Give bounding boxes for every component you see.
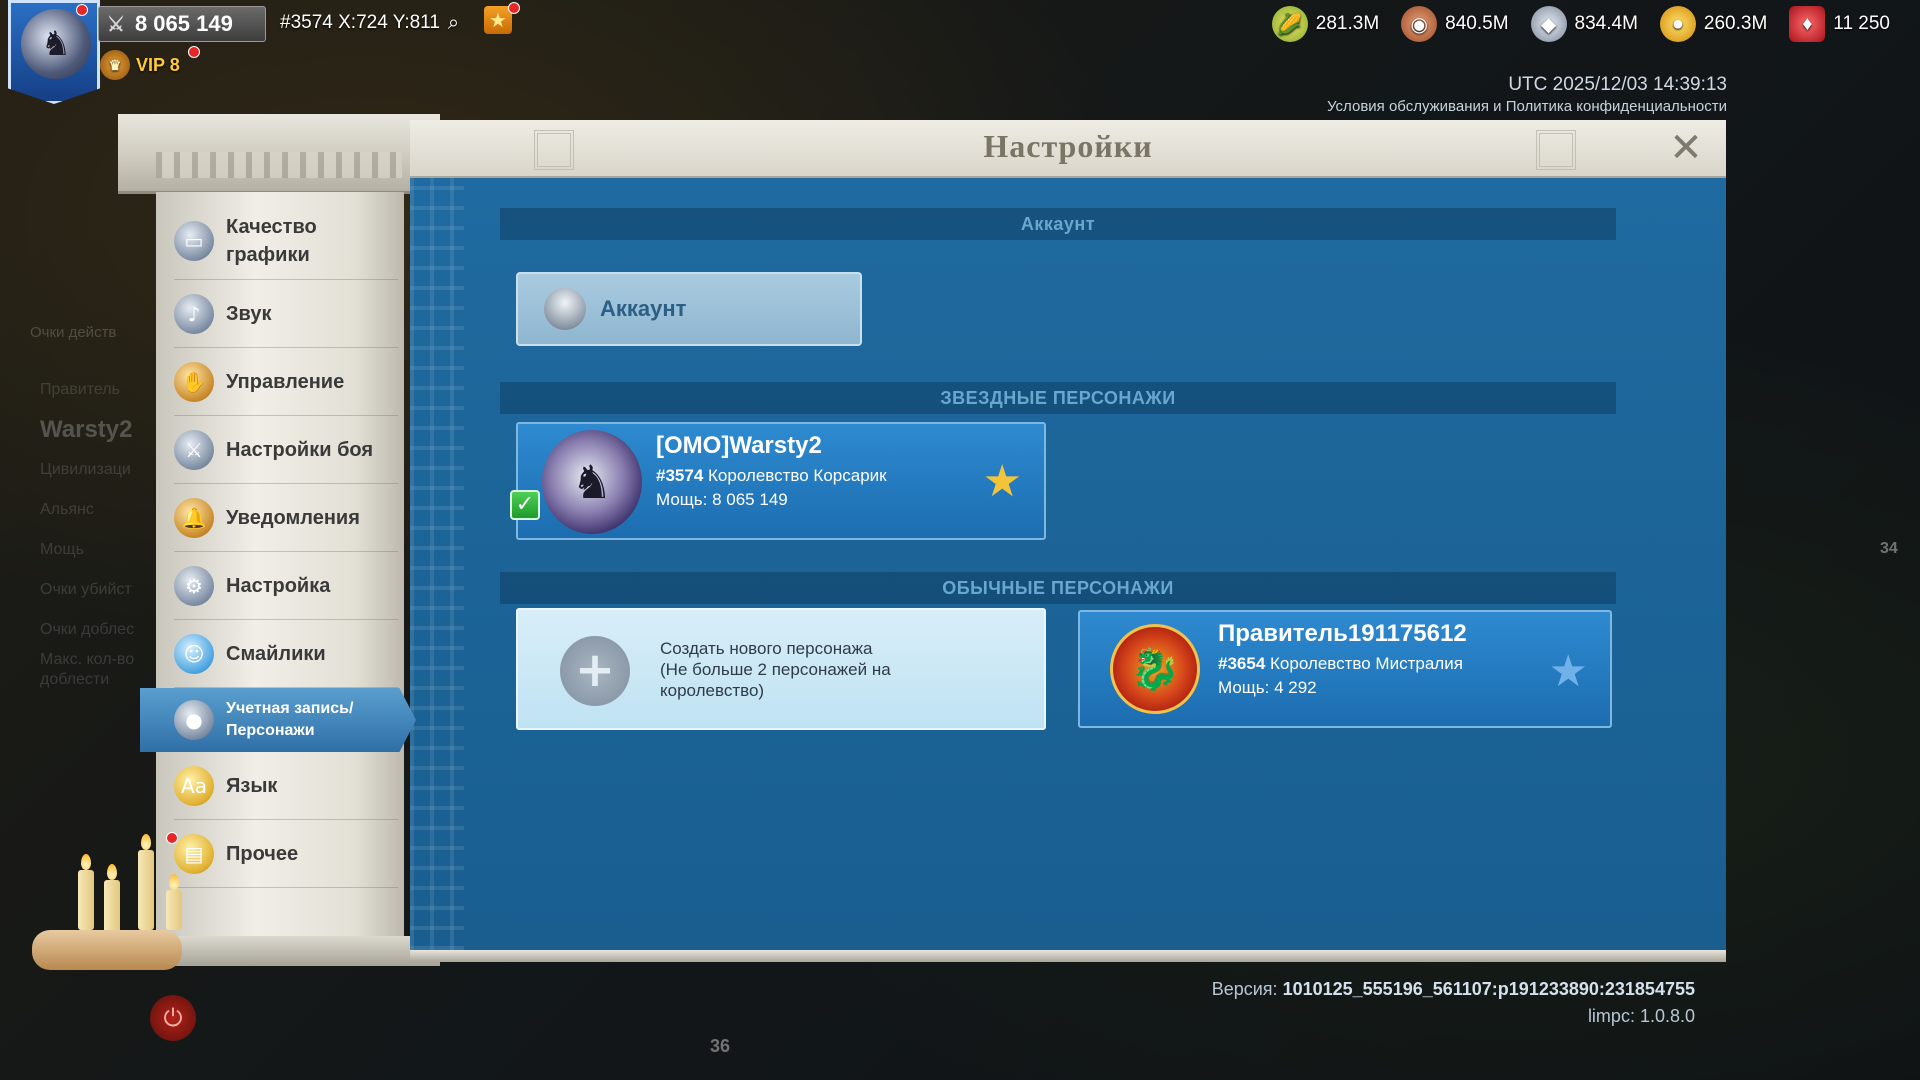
plus-icon: + — [560, 636, 630, 706]
pillar-capital — [118, 114, 440, 194]
character-kingdom: #3574 Королевство Корсарик — [656, 466, 887, 485]
create-character-text: Создать нового персонажа (Не больше 2 пе… — [660, 639, 891, 700]
menu-item-sound[interactable]: ♪ Звук — [174, 280, 398, 348]
resource-gems[interactable]: ♦ 11 250 — [1789, 6, 1890, 42]
panel-bottom-rail — [410, 950, 1726, 962]
meander-border — [410, 178, 464, 950]
menu-item-other[interactable]: ▤ Прочее — [174, 820, 398, 888]
favorite-star-icon[interactable]: ★ — [983, 456, 1022, 507]
coordinates-text: #3574 X:724 Y:811 — [280, 12, 440, 33]
vip-level: VIP 8 — [136, 54, 180, 75]
stone-icon: ◆ — [1530, 6, 1567, 42]
power-value: 8 065 149 — [134, 11, 233, 36]
server-time-block: UTC 2025/12/03 14:39:13 Условия обслужив… — [1327, 74, 1727, 115]
menu-item-label: Управление — [226, 370, 345, 393]
normal-character-card[interactable]: 🐉 Правитель191175612 #3654 Королевство М… — [1078, 610, 1612, 728]
notification-dot — [76, 4, 88, 16]
speaker-icon: ♪ — [174, 293, 214, 334]
resource-food[interactable]: 🌽 281.3M — [1271, 6, 1380, 42]
panel-title: Настройки — [983, 128, 1153, 164]
resource-value: 840.5M — [1445, 13, 1509, 34]
account-button[interactable]: Аккаунт — [516, 272, 862, 346]
corn-icon: 🌽 — [1271, 6, 1308, 42]
version-info: Версия: 1010125_555196_561107:p191233890… — [1212, 976, 1695, 1030]
menu-item-label: Настройка — [226, 574, 331, 597]
resource-stone[interactable]: ◆ 834.4M — [1530, 6, 1638, 42]
menu-item-label: Язык — [226, 774, 278, 797]
notification-dot — [508, 2, 520, 14]
monitor-icon: ▭ — [174, 220, 214, 261]
terms-link[interactable]: Условия обслуживания и Политика конфиден… — [1327, 98, 1727, 115]
hand-icon: ✋ — [174, 361, 214, 402]
horse-rider-icon: ♞ — [542, 430, 642, 534]
menu-item-label: Качество графики — [226, 215, 317, 266]
resource-wood[interactable]: ◉ 840.5M — [1401, 6, 1509, 42]
resource-value: 834.4M — [1574, 13, 1638, 34]
power-off-icon[interactable]: ⏻ — [150, 995, 196, 1041]
wood-log-icon: ◉ — [1401, 6, 1438, 42]
character-name: Правитель191175612 — [1218, 620, 1467, 647]
section-header-account: Аккаунт — [500, 208, 1616, 240]
gold-coin-icon: ● — [1659, 6, 1696, 42]
vip-shield-icon: ♛ — [100, 50, 130, 80]
coordinates[interactable]: #3574 X:724 Y:811 ⌕ — [280, 8, 459, 38]
star-character-card[interactable]: ♞ ✓ [OMO]Warsty2 #3574 Королевство Корса… — [510, 422, 1046, 540]
menu-item-label: Звук — [226, 302, 272, 325]
gem-icon: ♦ — [1789, 6, 1826, 42]
menu-item-label: Уведомления — [226, 506, 360, 529]
resource-bar: 🌽 281.3M ◉ 840.5M ◆ 834.4M ● 260.3M ♦ 11… — [1271, 4, 1890, 44]
checkmark-icon: ✓ — [510, 490, 540, 520]
version-line: Версия: 1010125_555196_561107:p191233890… — [1211, 979, 1695, 999]
menu-item-controls[interactable]: ✋ Управление — [174, 348, 398, 416]
limpc-line: limpc: 1.0.8.0 — [1587, 1006, 1695, 1026]
menu-item-battle-settings[interactable]: ⚔ Настройки боя — [174, 416, 398, 484]
menu-item-label: Учетная запись/Персонажи — [226, 700, 354, 739]
section-header-star-characters: ЗВЕЗДНЫЕ ПЕРСОНАЖИ — [500, 382, 1616, 414]
menu-item-language[interactable]: Aa Язык — [174, 752, 398, 820]
panel-content: Аккаунт Аккаунт ЗВЕЗДНЫЕ ПЕРСОНАЖИ ♞ ✓ [… — [410, 178, 1726, 950]
resource-value: 260.3M — [1703, 13, 1768, 34]
horse-rider-icon: ♞ — [21, 9, 91, 79]
menu-item-notifications[interactable]: 🔔 Уведомления — [174, 484, 398, 552]
character-power: Мощь: 4 292 — [1218, 678, 1317, 697]
language-icon: Aa — [174, 765, 214, 806]
notification-dot — [188, 46, 200, 58]
menu-item-graphics[interactable]: ▭ Качество графики — [174, 202, 398, 280]
notification-dot — [166, 832, 178, 844]
crossed-swords-icon: ⚔ — [174, 429, 214, 470]
close-button[interactable]: ✕ — [1664, 126, 1708, 170]
menu-item-label: Настройки боя — [226, 438, 374, 461]
menu-item-account-characters[interactable]: ● Учетная запись/Персонажи — [140, 688, 416, 752]
section-header-normal-characters: ОБЫЧНЫЕ ПЕРСОНАЖИ — [500, 572, 1616, 604]
create-character-button[interactable]: + Создать нового персонажа (Не больше 2 … — [516, 608, 1046, 730]
panel-header: Настройки ✕ — [410, 120, 1726, 178]
resource-gold[interactable]: ● 260.3M — [1659, 6, 1768, 42]
character-kingdom: #3654 Королевство Мистралия — [1218, 654, 1463, 673]
search-icon[interactable]: ⌕ — [448, 12, 459, 35]
account-button-label: Аккаунт — [600, 296, 687, 321]
gear-icon: ⚙ — [174, 565, 214, 606]
vip-badge[interactable]: ♛ VIP 8 — [100, 50, 180, 80]
candles-decoration — [28, 830, 198, 980]
menu-item-label: Прочее — [226, 842, 299, 865]
account-icon: ● — [174, 700, 214, 740]
smiley-icon: ☺ — [174, 633, 214, 674]
account-icon — [544, 288, 586, 330]
menu-item-customization[interactable]: ⚙ Настройка — [174, 552, 398, 620]
bell-icon: 🔔 — [174, 497, 214, 538]
resource-value: 11 250 — [1833, 13, 1890, 34]
character-name: [OMO]Warsty2 — [656, 432, 822, 459]
character-power: Мощь: 8 065 149 — [656, 490, 788, 509]
favorite-star-icon[interactable]: ★ — [1549, 646, 1588, 697]
dragon-emblem-icon: 🐉 — [1110, 624, 1200, 714]
player-avatar[interactable]: ♞ — [8, 0, 100, 104]
sword-icon: ⚔ — [107, 13, 125, 36]
power-display[interactable]: ⚔ 8 065 149 — [98, 6, 266, 42]
resource-value: 281.3M — [1315, 13, 1380, 34]
menu-item-emoji[interactable]: ☺ Смайлики — [174, 620, 398, 688]
utc-time: UTC 2025/12/03 14:39:13 — [1508, 74, 1727, 95]
settings-menu: ▭ Качество графики ♪ Звук ✋ Управление ⚔… — [140, 202, 416, 888]
menu-item-label: Смайлики — [226, 642, 326, 665]
